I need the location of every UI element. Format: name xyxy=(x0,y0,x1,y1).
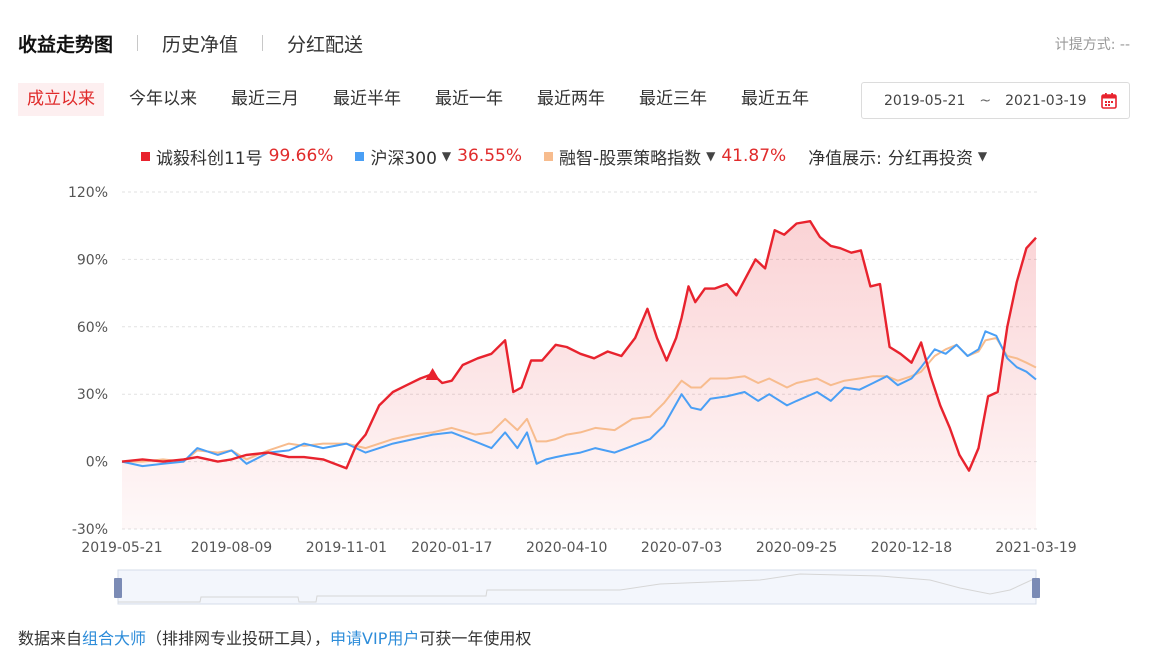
footer-middle: （排排网专业投研工具）， xyxy=(146,629,331,648)
date-start[interactable]: 2019-05-21 xyxy=(884,93,965,109)
tab-divider xyxy=(137,35,139,51)
x-axis: 2019-05-21 2019-08-09 2019-11-01 2020-01-17… xyxy=(81,540,1076,556)
y-axis: 120% 90% 60% 30% 0% -30% xyxy=(68,185,108,538)
date-range-picker[interactable]: 2019-05-21 ~ 2021-03-19 xyxy=(861,82,1130,119)
tab-return-trend[interactable]: 收益走势图 xyxy=(18,30,113,57)
y-tick-label: 90% xyxy=(77,252,108,268)
caret-down-icon[interactable]: ▼ xyxy=(442,149,451,163)
series-area-fund xyxy=(122,221,1036,529)
legend-name: 沪深300 xyxy=(370,148,437,169)
footer-prefix: 数据来自 xyxy=(18,629,83,648)
footer-suffix: 可获一年使用权 xyxy=(419,629,532,648)
navigator-track[interactable] xyxy=(117,569,1037,605)
legend-item-index[interactable]: 融智-股票策略指数 ▼ 41.87% xyxy=(543,144,787,169)
y-tick-label: 120% xyxy=(68,185,108,201)
tab-nav-history[interactable]: 历史净值 xyxy=(162,30,238,57)
accrual-method-value: -- xyxy=(1119,37,1130,53)
range-6m[interactable]: 最近半年 xyxy=(324,83,410,116)
range-ytd[interactable]: 今年以来 xyxy=(120,83,206,116)
combo-master-link[interactable]: 组合大师 xyxy=(82,629,146,648)
legend-value: 36.55% xyxy=(457,146,522,166)
legend-name: 诚毅科创11号 xyxy=(156,148,263,169)
legend-value: 41.87% xyxy=(721,146,787,166)
caret-down-icon[interactable]: ▼ xyxy=(978,149,987,163)
range-since-inception[interactable]: 成立以来 xyxy=(18,83,104,116)
chart-tabs: 收益走势图 历史净值 分红配送 xyxy=(18,28,363,58)
date-end[interactable]: 2021-03-19 xyxy=(1005,93,1086,109)
range-2y[interactable]: 最近两年 xyxy=(528,83,614,116)
chart-legend: 诚毅科创11号 99.66% 沪深300 ▼ 36.55% 融智-股票策略指数 … xyxy=(141,142,1009,170)
calendar-icon[interactable] xyxy=(1101,92,1117,109)
x-tick-label: 2020-04-10 xyxy=(526,540,607,556)
marker-group xyxy=(425,367,440,380)
legend-item-csi300[interactable]: 沪深300 ▼ 36.55% xyxy=(355,144,522,169)
x-tick-label: 2020-07-03 xyxy=(641,540,722,556)
range-1y[interactable]: 最近一年 xyxy=(426,83,512,116)
tab-dividends[interactable]: 分红配送 xyxy=(287,30,363,57)
legend-name: 融智-股票策略指数 xyxy=(558,148,702,169)
tab-divider xyxy=(262,35,264,51)
vip-apply-link[interactable]: 申请VIP用户 xyxy=(330,629,419,648)
y-tick-label: 30% xyxy=(77,387,108,403)
navigator-handle-right[interactable] xyxy=(1032,578,1040,598)
y-tick-label: -30% xyxy=(72,522,108,538)
legend-swatch xyxy=(141,151,150,161)
nav-display-selector[interactable]: 净值展示: 分红再投资 ▼ xyxy=(808,144,987,169)
y-tick-label: 60% xyxy=(77,320,108,336)
caret-down-icon[interactable]: ▼ xyxy=(706,149,715,163)
nav-display-value: 分红再投资 xyxy=(887,148,973,169)
y-tick-label: 0% xyxy=(86,455,108,471)
range-selector: 成立以来 今年以来 最近三月 最近半年 最近一年 最近两年 最近三年 最近五年 xyxy=(18,83,834,116)
range-3m[interactable]: 最近三月 xyxy=(222,83,308,116)
range-5y[interactable]: 最近五年 xyxy=(732,83,818,116)
return-chart: 120% 90% 60% 30% 0% -30% 2019-05-21 2019-08-09… xyxy=(68,185,1077,605)
x-tick-label: 2019-05-21 xyxy=(81,540,162,556)
data-source-note: 数据来自组合大师（排排网专业投研工具），申请VIP用户可获一年使用权 xyxy=(18,625,531,649)
series-group xyxy=(121,220,1037,529)
date-separator: ~ xyxy=(979,92,992,109)
triangle-marker-icon xyxy=(425,367,440,380)
x-tick-label: 2020-12-18 xyxy=(871,540,952,556)
x-tick-label: 2020-01-17 xyxy=(411,540,492,556)
legend-swatch xyxy=(355,151,365,161)
range-navigator[interactable] xyxy=(114,569,1040,605)
navigator-handle-left[interactable] xyxy=(114,578,122,598)
legend-item-fund[interactable]: 诚毅科创11号 99.66% xyxy=(141,144,333,169)
x-tick-label: 2019-11-01 xyxy=(306,540,387,556)
x-tick-label: 2021-03-19 xyxy=(995,540,1076,556)
legend-swatch xyxy=(543,151,553,161)
legend-value: 99.66% xyxy=(268,146,334,166)
accrual-method: 计提方式: -- xyxy=(1055,34,1130,54)
accrual-method-label: 计提方式: xyxy=(1054,37,1116,53)
x-tick-label: 2020-09-25 xyxy=(756,540,837,556)
nav-display-label: 净值展示: xyxy=(808,148,882,169)
range-3y[interactable]: 最近三年 xyxy=(630,83,716,116)
x-tick-label: 2019-08-09 xyxy=(191,540,272,556)
